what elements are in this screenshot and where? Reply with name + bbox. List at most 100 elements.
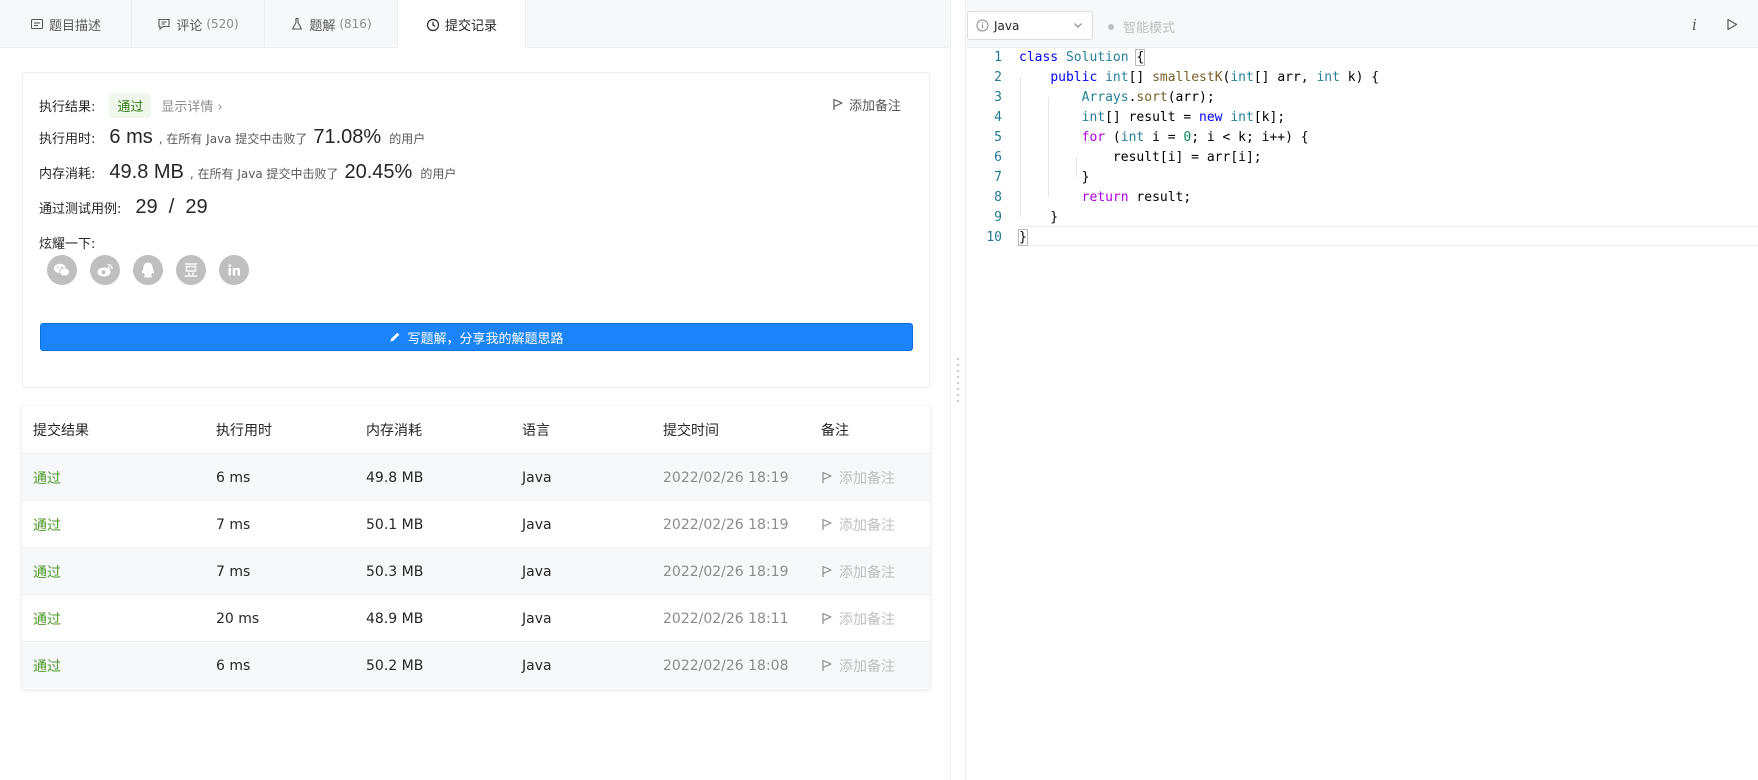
line-number: 4 bbox=[994, 110, 1002, 125]
row-language: Java bbox=[522, 610, 552, 627]
linkedin-icon bbox=[228, 264, 240, 276]
problem-tabs: 题目描述 评论 (520) 题解 (816) 提交记录 bbox=[0, 0, 950, 49]
header-runtime: 执行用时 bbox=[216, 422, 272, 439]
add-note-button[interactable]: 添加备注 bbox=[832, 95, 901, 114]
runtime-percent: 71.08% bbox=[313, 126, 382, 148]
memory-percent: 20.45% bbox=[344, 161, 413, 183]
share-linkedin-button[interactable] bbox=[219, 255, 249, 285]
info-circle-icon bbox=[976, 19, 989, 32]
runtime-beat-text: , 在所有 Java 提交中击败了 bbox=[158, 132, 308, 146]
table-row[interactable]: 通过 7 ms 50.3 MB Java 2022/02/26 18:19 添加… bbox=[22, 547, 930, 594]
row-result-link[interactable]: 通过 bbox=[33, 548, 61, 595]
row-memory: 48.9 MB bbox=[366, 610, 424, 627]
tests-row: 通过测试用例: 29 / 29 bbox=[39, 196, 208, 219]
share-douban-button[interactable] bbox=[176, 255, 206, 285]
tab-submissions[interactable]: 提交记录 bbox=[398, 0, 526, 49]
clock-icon bbox=[426, 18, 440, 31]
row-add-note-label: 添加备注 bbox=[839, 517, 895, 534]
row-add-note-label: 添加备注 bbox=[839, 611, 895, 628]
tab-submissions-label: 提交记录 bbox=[444, 19, 497, 34]
tab-solutions[interactable]: 题解 (816) bbox=[265, 0, 398, 48]
row-add-note-button[interactable]: 添加备注 bbox=[821, 501, 895, 548]
row-result-link[interactable]: 通过 bbox=[33, 501, 61, 548]
code-line: public int[] smallestK(int[] arr, int k)… bbox=[1050, 70, 1380, 85]
row-add-note-label: 添加备注 bbox=[839, 658, 895, 675]
tab-comments-label: 评论 bbox=[176, 18, 203, 34]
share-weibo-button[interactable] bbox=[90, 255, 120, 285]
line-number: 9 bbox=[994, 210, 1002, 225]
share-qq-button[interactable] bbox=[133, 255, 163, 285]
add-note-label: 添加备注 bbox=[848, 99, 901, 114]
code-line: } bbox=[1018, 229, 1028, 246]
show-details-link[interactable]: 显示详情 › bbox=[161, 96, 222, 115]
row-language: Java bbox=[522, 563, 552, 580]
row-submit-time: 2022/02/26 18:11 bbox=[663, 610, 789, 627]
write-solution-label: 写题解，分享我的解题思路 bbox=[407, 331, 564, 347]
line-number: 6 bbox=[994, 150, 1002, 165]
language-select-value: Java bbox=[994, 18, 1020, 33]
code-editor-panel: Java 智能模式 i 1 2 3 4 5 6 7 8 9 10 class S… bbox=[966, 0, 1758, 780]
runtime-label: 执行用时: bbox=[39, 132, 96, 147]
language-select[interactable]: Java bbox=[967, 11, 1093, 40]
row-runtime: 20 ms bbox=[216, 610, 260, 627]
row-result-link[interactable]: 通过 bbox=[33, 642, 61, 689]
tests-value: 29 / 29 bbox=[135, 196, 208, 218]
share-wechat-button[interactable] bbox=[47, 255, 77, 285]
code-area[interactable]: 1 2 3 4 5 6 7 8 9 10 class Solution { pu… bbox=[966, 48, 1758, 780]
row-language: Java bbox=[522, 469, 552, 486]
memory-suffix: 的用户 bbox=[420, 167, 457, 181]
row-add-note-label: 添加备注 bbox=[839, 564, 895, 581]
row-runtime: 6 ms bbox=[216, 469, 251, 486]
drag-dots-icon bbox=[957, 356, 959, 404]
tab-solutions-count: (816) bbox=[339, 17, 372, 31]
header-result: 提交结果 bbox=[33, 422, 89, 439]
tab-description-label: 题目描述 bbox=[48, 18, 101, 34]
flag-icon bbox=[822, 518, 832, 530]
play-icon[interactable] bbox=[1726, 18, 1738, 31]
line-number: 2 bbox=[994, 70, 1002, 85]
row-submit-time: 2022/02/26 18:19 bbox=[663, 516, 789, 533]
row-runtime: 6 ms bbox=[216, 657, 251, 674]
flag-icon bbox=[822, 612, 832, 624]
flag-icon bbox=[822, 659, 832, 671]
smart-mode-toggle[interactable]: 智能模式 bbox=[1108, 17, 1175, 36]
tab-comments[interactable]: 评论 (520) bbox=[132, 0, 265, 48]
table-row[interactable]: 通过 6 ms 50.2 MB Java 2022/02/26 18:08 添加… bbox=[22, 641, 930, 688]
description-icon bbox=[30, 18, 44, 30]
row-memory: 49.8 MB bbox=[366, 469, 424, 486]
line-number: 5 bbox=[994, 130, 1002, 145]
pane-resize-handle[interactable] bbox=[950, 0, 966, 780]
code-line: Arrays.sort(arr); bbox=[1081, 90, 1215, 105]
row-result-link[interactable]: 通过 bbox=[33, 595, 61, 642]
row-submit-time: 2022/02/26 18:08 bbox=[663, 657, 789, 674]
line-number: 7 bbox=[994, 170, 1002, 185]
row-submit-time: 2022/02/26 18:19 bbox=[663, 469, 789, 486]
table-row[interactable]: 通过 6 ms 49.8 MB Java 2022/02/26 18:19 添加… bbox=[22, 453, 930, 500]
exec-result-label: 执行结果: bbox=[39, 100, 96, 115]
row-add-note-button[interactable]: 添加备注 bbox=[821, 548, 895, 595]
row-result-link[interactable]: 通过 bbox=[33, 454, 61, 501]
code-line: result[i] = arr[i]; bbox=[1019, 150, 1262, 165]
pencil-icon bbox=[390, 332, 400, 342]
flag-icon bbox=[833, 98, 843, 110]
row-add-note-button[interactable]: 添加备注 bbox=[821, 642, 895, 689]
share-row: 炫耀一下: bbox=[39, 233, 95, 252]
line-number: 3 bbox=[994, 90, 1002, 105]
douban-icon bbox=[184, 263, 198, 277]
tab-description[interactable]: 题目描述 bbox=[0, 0, 132, 48]
table-row[interactable]: 通过 20 ms 48.9 MB Java 2022/02/26 18:11 添… bbox=[22, 594, 930, 641]
code-line: } bbox=[1019, 170, 1090, 185]
code-line: for (int i = 0; i < k; i++) { bbox=[1081, 130, 1309, 145]
row-runtime: 7 ms bbox=[216, 563, 251, 580]
row-add-note-button[interactable]: 添加备注 bbox=[821, 595, 895, 642]
status-badge: 通过 bbox=[109, 93, 152, 118]
write-solution-button[interactable]: 写题解，分享我的解题思路 bbox=[40, 323, 913, 351]
table-row[interactable]: 通过 7 ms 50.1 MB Java 2022/02/26 18:19 添加… bbox=[22, 500, 930, 547]
row-add-note-button[interactable]: 添加备注 bbox=[821, 454, 895, 501]
row-language: Java bbox=[522, 657, 552, 674]
smart-mode-label: 智能模式 bbox=[1123, 21, 1176, 36]
row-memory: 50.2 MB bbox=[366, 657, 424, 674]
submissions-table: 提交结果 执行用时 内存消耗 语言 提交时间 备注 通过 6 ms 49.8 M… bbox=[22, 406, 930, 689]
runtime-suffix: 的用户 bbox=[389, 132, 426, 146]
info-button[interactable]: i bbox=[1692, 16, 1697, 34]
